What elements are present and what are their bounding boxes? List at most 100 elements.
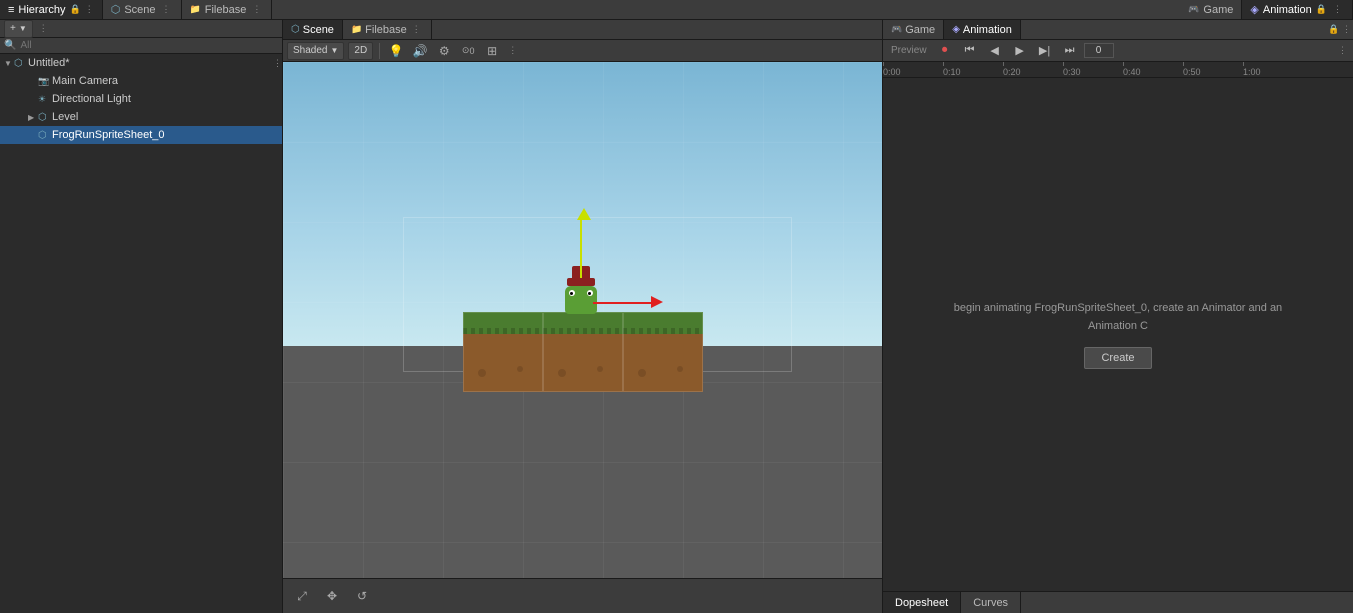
animation-tab-label: Animation	[1263, 4, 1312, 16]
gizmos-value: 0	[469, 46, 474, 56]
animation-lock-icon[interactable]: 🔒	[1316, 4, 1327, 15]
timeline-ruler: 0:00 0:10 0:20 0:30 0:40	[883, 62, 1353, 78]
scene-tab-label: Scene	[124, 4, 155, 16]
filebase-tab-label: Filebase	[205, 4, 247, 16]
tile-1-border	[463, 312, 543, 392]
gizmo-x-arrow	[651, 296, 663, 308]
tick-line-1	[943, 62, 944, 66]
effects-icon-btn[interactable]: ⚙	[434, 42, 454, 60]
goto-end-button[interactable]: ⏭	[1059, 42, 1081, 60]
grid-icon-btn[interactable]: ⊞	[482, 42, 502, 60]
hierarchy-menu-icon[interactable]: ⋮	[85, 4, 94, 15]
scene-expand-icon[interactable]: ⤢	[291, 587, 313, 605]
curves-tab[interactable]: Curves	[961, 592, 1021, 613]
hierarchy-menu-dots[interactable]: ⋮	[37, 23, 50, 34]
tree-item-level[interactable]: ▶ ⬡ Level	[0, 108, 282, 126]
scene-view-label: Scene	[303, 24, 334, 36]
goto-start-button[interactable]: ⏮	[959, 42, 981, 60]
gizmo-y-arrow	[577, 208, 591, 220]
untitled-menu[interactable]: ⋮	[273, 58, 282, 69]
filebase-view-icon: 📁	[351, 24, 362, 35]
untitled-expand-arrow: ▼	[4, 59, 14, 68]
animation-toolbar: Preview ⏺ ⏮ ◀ ▶ ▶| ⏭ 0 ⋮	[883, 40, 1353, 62]
shading-mode-label: Shaded	[293, 45, 327, 56]
tree-item-frog-sprite[interactable]: ⬡ FrogRunSpriteSheet_0	[0, 126, 282, 144]
untitled-label: Untitled*	[28, 57, 70, 69]
anim-game-tab[interactable]: 🎮 Game	[883, 20, 944, 39]
frog-right-eye	[587, 290, 593, 296]
ruler-tick-2: 0:20	[1003, 62, 1063, 77]
anim-game-icon: 🎮	[891, 24, 902, 35]
create-button[interactable]: Create	[1084, 347, 1151, 369]
dopesheet-label: Dopesheet	[895, 597, 948, 609]
layer-count-btn[interactable]: ⊙ 0	[458, 42, 478, 60]
scene-view-tab[interactable]: ⬡ Scene	[283, 20, 343, 39]
view-2d-button[interactable]: 2D	[348, 42, 373, 60]
search-icon: 🔍	[4, 40, 16, 51]
scene-rotate-icon[interactable]: ↺	[351, 587, 373, 605]
tick-line-3	[1063, 62, 1064, 66]
add-object-button[interactable]: + ▼	[4, 20, 33, 38]
tick-line-4	[1123, 62, 1124, 66]
next-frame-button[interactable]: ▶|	[1034, 42, 1056, 60]
prev-frame-button[interactable]: ◀	[984, 42, 1006, 60]
hierarchy-search-bar: 🔍	[0, 38, 282, 54]
tile-3-border	[623, 312, 703, 392]
record-button[interactable]: ⏺	[934, 42, 956, 60]
tab-scene[interactable]: ⬡ Scene ⋮	[103, 0, 182, 19]
main-area: + ▼ ⋮ 🔍 ▼ ⬡ Untitled* ⋮ 📷 Main Camera	[0, 20, 1353, 613]
dopesheet-tab[interactable]: Dopesheet	[883, 592, 961, 613]
tab-hierarchy[interactable]: ≡ Hierarchy 🔒 ⋮	[0, 0, 103, 19]
shading-dropdown-icon: ▼	[330, 46, 338, 55]
scene-menu-icon[interactable]: ⋮	[160, 4, 173, 15]
hierarchy-tab-label: Hierarchy	[18, 4, 65, 16]
filebase-view-tab[interactable]: 📁 Filebase ⋮	[343, 20, 432, 39]
tile-3	[623, 312, 703, 392]
filebase-menu-icon[interactable]: ⋮	[250, 4, 263, 15]
hierarchy-panel: + ▼ ⋮ 🔍 ▼ ⬡ Untitled* ⋮ 📷 Main Camera	[0, 20, 283, 613]
frog-sprite-object[interactable]	[563, 278, 599, 314]
filebase-view-menu[interactable]: ⋮	[410, 24, 423, 35]
tab-filebase[interactable]: 📁 Filebase ⋮	[182, 0, 273, 19]
animation-menu-icon[interactable]: ⋮	[1331, 4, 1344, 15]
toolbar-divider-1	[379, 43, 380, 59]
preview-label: Preview	[887, 45, 931, 56]
lighting-icon-btn[interactable]: 💡	[386, 42, 406, 60]
directional-light-label: Directional Light	[52, 93, 131, 105]
hierarchy-lock-icon[interactable]: 🔒	[70, 4, 81, 15]
hierarchy-toolbar: + ▼ ⋮	[0, 20, 282, 38]
ruler-tick-6: 1:00	[1243, 62, 1303, 77]
animation-message-text: begin animating FrogRunSpriteSheet_0, cr…	[954, 302, 1282, 332]
tick-label-1: 0:10	[943, 67, 961, 77]
animation-tab-icon: ◈	[1250, 3, 1258, 16]
add-object-dropdown-icon: ▼	[19, 24, 27, 33]
anim-panel-menu[interactable]: 🔒 ⋮	[1326, 24, 1353, 35]
ruler-tick-0: 0:00	[883, 62, 943, 77]
shading-mode-dropdown[interactable]: Shaded ▼	[287, 42, 344, 60]
tab-game[interactable]: 🎮 Game	[1180, 0, 1242, 19]
search-input[interactable]	[20, 40, 278, 51]
play-button[interactable]: ▶	[1009, 42, 1031, 60]
gizmo-x-axis	[593, 302, 653, 304]
filebase-view-label: Filebase	[365, 24, 407, 36]
filebase-tab-icon: 📁	[190, 4, 201, 15]
audio-icon-btn[interactable]: 🔊	[410, 42, 430, 60]
tab-animation[interactable]: ◈ Animation 🔒 ⋮	[1242, 0, 1353, 19]
tick-label-0: 0:00	[883, 67, 901, 77]
anim-animation-tab[interactable]: ◈ Animation	[944, 20, 1021, 39]
scene-move-icon[interactable]: ✥	[321, 587, 343, 605]
tick-line-2	[1003, 62, 1004, 66]
timeline-content-area: begin animating FrogRunSpriteSheet_0, cr…	[883, 78, 1353, 591]
frog-hat	[567, 278, 595, 286]
scene-viewport[interactable]	[283, 62, 882, 578]
tick-line-5	[1183, 62, 1184, 66]
hierarchy-tab-icon: ≡	[8, 4, 14, 16]
tree-item-untitled[interactable]: ▼ ⬡ Untitled* ⋮	[0, 54, 282, 72]
frame-counter[interactable]: 0	[1084, 43, 1114, 58]
tick-label-6: 1:00	[1243, 67, 1261, 77]
scene-toolbar-menu[interactable]: ⋮	[506, 45, 519, 56]
tree-item-main-camera[interactable]: 📷 Main Camera	[0, 72, 282, 90]
animation-panel: 🎮 Game ◈ Animation 🔒 ⋮ Preview ⏺ ⏮ ◀ ▶ ▶…	[883, 20, 1353, 613]
anim-toolbar-menu[interactable]: ⋮	[1336, 45, 1349, 56]
tree-item-directional-light[interactable]: ☀ Directional Light	[0, 90, 282, 108]
